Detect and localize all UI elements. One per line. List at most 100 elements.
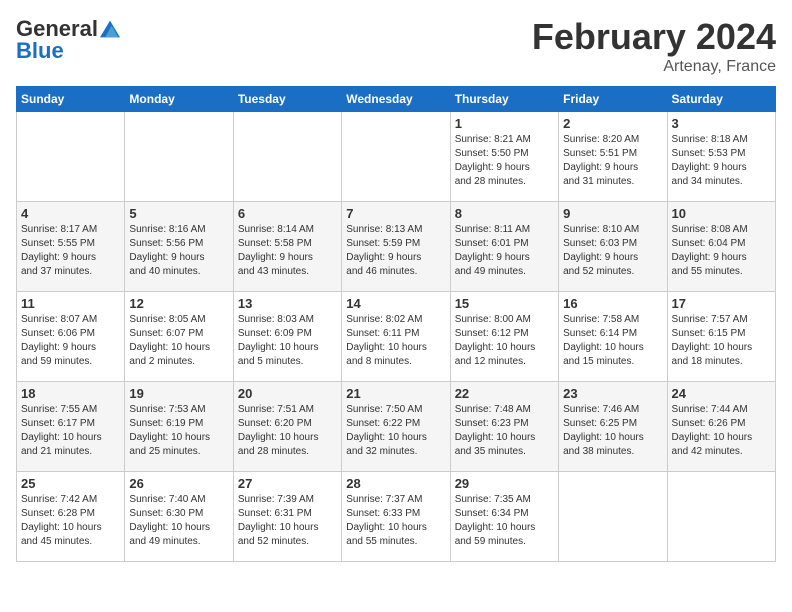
day-info: Sunrise: 8:00 AM Sunset: 6:12 PM Dayligh…	[455, 313, 554, 369]
day-number: 4	[21, 206, 120, 221]
calendar-cell: 10 Sunrise: 8:08 AM Sunset: 6:04 PM Dayli…	[667, 202, 775, 292]
day-info: Sunrise: 8:20 AM Sunset: 5:51 PM Dayligh…	[563, 133, 662, 189]
day-info: Sunrise: 8:21 AM Sunset: 5:50 PM Dayligh…	[455, 133, 554, 189]
calendar-cell: 16Sunrise: 7:58 AM Sunset: 6:14 PM Dayli…	[559, 292, 667, 382]
day-number: 13	[238, 296, 337, 311]
day-number: 3	[672, 116, 771, 131]
day-info: Sunrise: 7:55 AM Sunset: 6:17 PM Dayligh…	[21, 403, 120, 459]
calendar-cell: 15 Sunrise: 8:00 AM Sunset: 6:12 PM Dayli…	[450, 292, 558, 382]
calendar-header-row: SundayMondayTuesdayWednesdayThursdayFrid…	[17, 87, 776, 112]
calendar-cell: 8 Sunrise: 8:11 AM Sunset: 6:01 PM Daylig…	[450, 202, 558, 292]
day-info: Sunrise: 7:39 AM Sunset: 6:31 PM Dayligh…	[238, 493, 337, 549]
day-info: Sunrise: 7:46 AM Sunset: 6:25 PM Dayligh…	[563, 403, 662, 459]
day-number: 7	[346, 206, 445, 221]
calendar-cell: 24 Sunrise: 7:44 AM Sunset: 6:26 PM Dayli…	[667, 382, 775, 472]
day-info: Sunrise: 7:35 AM Sunset: 6:34 PM Dayligh…	[455, 493, 554, 549]
calendar-cell: 7 Sunrise: 8:13 AM Sunset: 5:59 PM Daylig…	[342, 202, 450, 292]
title-area: February 2024 Artenay, France	[532, 16, 776, 76]
day-info: Sunrise: 7:40 AM Sunset: 6:30 PM Dayligh…	[129, 493, 228, 549]
day-number: 6	[238, 206, 337, 221]
day-number: 26	[129, 476, 228, 491]
day-number: 12	[129, 296, 228, 311]
calendar-cell: 13 Sunrise: 8:03 AM Sunset: 6:09 PM Dayli…	[233, 292, 341, 382]
day-of-week-wednesday: Wednesday	[342, 87, 450, 112]
calendar-cell: 23Sunrise: 7:46 AM Sunset: 6:25 PM Dayli…	[559, 382, 667, 472]
calendar-cell: 28Sunrise: 7:37 AM Sunset: 6:33 PM Dayli…	[342, 472, 450, 562]
calendar-cell: 25 Sunrise: 7:42 AM Sunset: 6:28 PM Dayli…	[17, 472, 125, 562]
calendar-cell	[342, 112, 450, 202]
calendar-week-5: 25 Sunrise: 7:42 AM Sunset: 6:28 PM Dayli…	[17, 472, 776, 562]
day-number: 21	[346, 386, 445, 401]
calendar-cell: 19 Sunrise: 7:53 AM Sunset: 6:19 PM Dayli…	[125, 382, 233, 472]
day-info: Sunrise: 7:48 AM Sunset: 6:23 PM Dayligh…	[455, 403, 554, 459]
day-info: Sunrise: 7:57 AM Sunset: 6:15 PM Dayligh…	[672, 313, 771, 369]
day-number: 24	[672, 386, 771, 401]
day-of-week-monday: Monday	[125, 87, 233, 112]
day-number: 27	[238, 476, 337, 491]
calendar-cell: 2 Sunrise: 8:20 AM Sunset: 5:51 PM Daylig…	[559, 112, 667, 202]
day-info: Sunrise: 7:44 AM Sunset: 6:26 PM Dayligh…	[672, 403, 771, 459]
day-info: Sunrise: 8:10 AM Sunset: 6:03 PM Dayligh…	[563, 223, 662, 279]
calendar-cell	[125, 112, 233, 202]
day-info: Sunrise: 8:14 AM Sunset: 5:58 PM Dayligh…	[238, 223, 337, 279]
day-info: Sunrise: 7:53 AM Sunset: 6:19 PM Dayligh…	[129, 403, 228, 459]
calendar-week-4: 18 Sunrise: 7:55 AM Sunset: 6:17 PM Dayli…	[17, 382, 776, 472]
calendar-cell	[667, 472, 775, 562]
day-number: 1	[455, 116, 554, 131]
day-number: 20	[238, 386, 337, 401]
day-info: Sunrise: 8:05 AM Sunset: 6:07 PM Dayligh…	[129, 313, 228, 369]
calendar-cell: 20 Sunrise: 7:51 AM Sunset: 6:20 PM Dayli…	[233, 382, 341, 472]
calendar-cell: 27 Sunrise: 7:39 AM Sunset: 6:31 PM Dayli…	[233, 472, 341, 562]
calendar-cell	[17, 112, 125, 202]
calendar-cell: 3Sunrise: 8:18 AM Sunset: 5:53 PM Daylig…	[667, 112, 775, 202]
day-number: 8	[455, 206, 554, 221]
day-info: Sunrise: 8:02 AM Sunset: 6:11 PM Dayligh…	[346, 313, 445, 369]
day-number: 14	[346, 296, 445, 311]
day-of-week-friday: Friday	[559, 87, 667, 112]
calendar-cell: 21 Sunrise: 7:50 AM Sunset: 6:22 PM Dayli…	[342, 382, 450, 472]
day-info: Sunrise: 8:13 AM Sunset: 5:59 PM Dayligh…	[346, 223, 445, 279]
calendar-cell: 17 Sunrise: 7:57 AM Sunset: 6:15 PM Dayli…	[667, 292, 775, 382]
day-number: 25	[21, 476, 120, 491]
day-number: 11	[21, 296, 120, 311]
day-number: 19	[129, 386, 228, 401]
calendar-cell: 12 Sunrise: 8:05 AM Sunset: 6:07 PM Dayli…	[125, 292, 233, 382]
day-number: 17	[672, 296, 771, 311]
day-info: Sunrise: 7:51 AM Sunset: 6:20 PM Dayligh…	[238, 403, 337, 459]
day-info: Sunrise: 7:42 AM Sunset: 6:28 PM Dayligh…	[21, 493, 120, 549]
calendar-cell: 9Sunrise: 8:10 AM Sunset: 6:03 PM Daylig…	[559, 202, 667, 292]
day-number: 15	[455, 296, 554, 311]
day-of-week-tuesday: Tuesday	[233, 87, 341, 112]
day-info: Sunrise: 8:16 AM Sunset: 5:56 PM Dayligh…	[129, 223, 228, 279]
day-number: 5	[129, 206, 228, 221]
calendar-cell: 1 Sunrise: 8:21 AM Sunset: 5:50 PM Daylig…	[450, 112, 558, 202]
day-info: Sunrise: 7:50 AM Sunset: 6:22 PM Dayligh…	[346, 403, 445, 459]
calendar-week-2: 4 Sunrise: 8:17 AM Sunset: 5:55 PM Daylig…	[17, 202, 776, 292]
day-of-week-sunday: Sunday	[17, 87, 125, 112]
calendar-week-1: 1 Sunrise: 8:21 AM Sunset: 5:50 PM Daylig…	[17, 112, 776, 202]
day-info: Sunrise: 8:03 AM Sunset: 6:09 PM Dayligh…	[238, 313, 337, 369]
day-of-week-saturday: Saturday	[667, 87, 775, 112]
calendar-cell: 4 Sunrise: 8:17 AM Sunset: 5:55 PM Daylig…	[17, 202, 125, 292]
day-info: Sunrise: 8:07 AM Sunset: 6:06 PM Dayligh…	[21, 313, 120, 369]
calendar-cell: 29Sunrise: 7:35 AM Sunset: 6:34 PM Dayli…	[450, 472, 558, 562]
day-number: 10	[672, 206, 771, 221]
day-number: 2	[563, 116, 662, 131]
day-number: 28	[346, 476, 445, 491]
day-info: Sunrise: 8:11 AM Sunset: 6:01 PM Dayligh…	[455, 223, 554, 279]
location: Artenay, France	[532, 58, 776, 76]
day-info: Sunrise: 8:17 AM Sunset: 5:55 PM Dayligh…	[21, 223, 120, 279]
calendar-cell: 18 Sunrise: 7:55 AM Sunset: 6:17 PM Dayli…	[17, 382, 125, 472]
day-number: 18	[21, 386, 120, 401]
calendar-cell: 14 Sunrise: 8:02 AM Sunset: 6:11 PM Dayli…	[342, 292, 450, 382]
page-header: General Blue February 2024 Artenay, Fran…	[16, 16, 776, 76]
calendar-cell: 5 Sunrise: 8:16 AM Sunset: 5:56 PM Daylig…	[125, 202, 233, 292]
day-info: Sunrise: 8:08 AM Sunset: 6:04 PM Dayligh…	[672, 223, 771, 279]
month-title: February 2024	[532, 16, 776, 58]
calendar-week-3: 11 Sunrise: 8:07 AM Sunset: 6:06 PM Dayli…	[17, 292, 776, 382]
logo: General Blue	[16, 16, 120, 64]
calendar-cell	[559, 472, 667, 562]
day-number: 16	[563, 296, 662, 311]
calendar-cell: 26 Sunrise: 7:40 AM Sunset: 6:30 PM Dayli…	[125, 472, 233, 562]
calendar-cell: 22Sunrise: 7:48 AM Sunset: 6:23 PM Dayli…	[450, 382, 558, 472]
